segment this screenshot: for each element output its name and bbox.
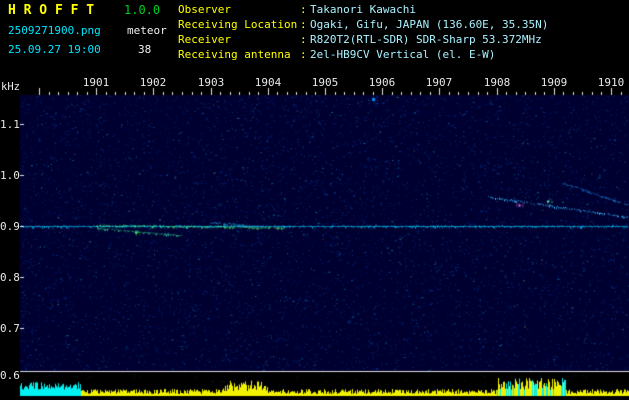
time-label: 1901	[82, 76, 110, 89]
info-value: R820T2(RTL-SDR) SDR-Sharp 53.372MHz	[310, 33, 542, 46]
app-title: H R O F F T	[8, 3, 95, 18]
mode-label: meteor	[127, 24, 167, 37]
time-label: 1903	[197, 76, 225, 89]
time-label: 1904	[254, 76, 282, 89]
info-separator: :	[300, 3, 307, 16]
freq-label: 1.0	[0, 169, 20, 182]
freq-label: 0.7	[0, 322, 20, 335]
info-label: Receiving antenna	[178, 48, 291, 61]
hrofft-screen: H R O F F T 1.0.0 2509271900.png meteor …	[0, 0, 629, 400]
echo-count: 38	[138, 43, 152, 56]
info-separator: :	[300, 18, 307, 31]
freq-label: 0.9	[0, 220, 20, 233]
time-label: 1906	[368, 76, 396, 89]
info-value: Ogaki, Gifu, JAPAN (136.60E, 35.35N)	[310, 18, 549, 31]
info-label: Observer	[178, 3, 231, 16]
station-info-panel: Observer: Takanori Kawachi Receiving Loca…	[178, 2, 548, 62]
info-value: Takanori Kawachi	[310, 3, 416, 16]
info-value: 2el-HB9CV Vertical (el. E-W)	[310, 48, 496, 61]
time-label: 1908	[483, 76, 511, 89]
app-version: 1.0.0	[124, 3, 161, 17]
info-label: Receiver	[178, 33, 231, 46]
time-label: 1905	[311, 76, 339, 89]
info-label: Receiving Location	[178, 18, 298, 31]
time-label: 1910	[597, 76, 625, 89]
freq-unit-label: kHz	[1, 81, 20, 93]
output-filename: 2509271900.png	[8, 24, 101, 37]
record-datetime: 25.09.27 19:00	[8, 43, 101, 56]
title-row: H R O F F T 1.0.0	[8, 3, 160, 18]
info-separator: :	[300, 33, 307, 46]
time-label: 1907	[425, 76, 453, 89]
freq-label: 1.1	[0, 118, 20, 131]
info-row-receiver: Receiver: R820T2(RTL-SDR) SDR-Sharp 53.37…	[178, 32, 548, 47]
file-row: 2509271900.png meteor	[8, 24, 167, 37]
time-label: 1902	[139, 76, 167, 89]
freq-label: 0.6	[0, 369, 20, 382]
info-separator: :	[300, 48, 307, 61]
info-row-location: Receiving Location: Ogaki, Gifu, JAPAN (1…	[178, 17, 548, 32]
time-label: 1909	[540, 76, 568, 89]
freq-label: 0.8	[0, 271, 20, 284]
info-row-antenna: Receiving antenna:2el-HB9CV Vertical (el…	[178, 47, 548, 62]
info-row-observer: Observer: Takanori Kawachi	[178, 2, 548, 17]
datetime-row: 25.09.27 19:00 38	[8, 43, 151, 56]
